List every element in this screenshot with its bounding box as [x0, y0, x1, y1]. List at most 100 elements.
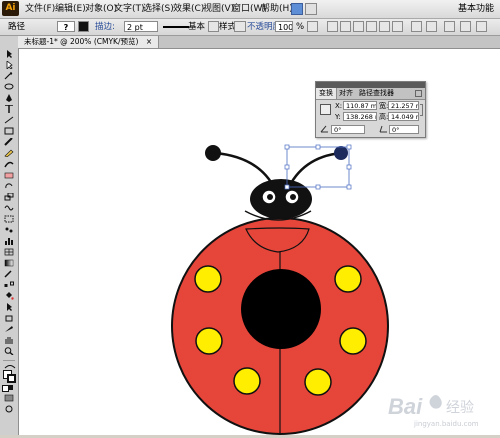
constrain-proportions-icon[interactable] [420, 104, 423, 116]
symbol-sprayer-tool-icon[interactable] [4, 226, 14, 234]
type-tool-icon[interactable] [4, 105, 14, 113]
menu-select[interactable]: 选择(S) [143, 2, 174, 16]
spot-middle-left[interactable] [195, 327, 223, 355]
spot-upper-right[interactable] [334, 265, 362, 293]
slice-tool-icon[interactable] [4, 325, 14, 333]
panel-menu-icon[interactable] [415, 90, 422, 97]
mesh-tool-icon[interactable] [4, 248, 14, 256]
isolate-icon[interactable] [444, 21, 455, 32]
free-transform-tool-icon[interactable] [4, 215, 14, 223]
height-field[interactable]: 14.049 mm [388, 112, 419, 121]
live-paint-bucket-tool-icon[interactable] [4, 292, 14, 300]
selection-tool-icon[interactable] [4, 50, 14, 58]
workspace-switcher[interactable]: 基本功能 [458, 2, 494, 16]
tab-pathfinder[interactable]: 路径查找器 [356, 88, 397, 99]
menu-effect[interactable]: 效果(C) [173, 2, 204, 16]
center-spot[interactable] [241, 269, 321, 349]
y-field[interactable]: 138.268 mm [343, 112, 377, 121]
fill-color-swatch[interactable]: ? [57, 21, 75, 32]
stroke-color-swatch[interactable] [78, 21, 89, 32]
stroke-swatch[interactable] [7, 374, 16, 383]
hand-tool-icon[interactable] [4, 336, 14, 344]
bbox-handle-tl[interactable] [284, 144, 290, 150]
align-center-icon[interactable] [340, 21, 351, 32]
spot-lower-left[interactable] [233, 367, 261, 395]
direct-selection-tool-icon[interactable] [4, 61, 14, 69]
bbox-handle-bc[interactable] [315, 184, 321, 190]
scale-tool-icon[interactable] [4, 193, 14, 201]
bbox-handle-br[interactable] [346, 184, 352, 190]
rotate-field[interactable]: 0° [331, 125, 365, 134]
brush-label[interactable]: 基本 [188, 20, 205, 34]
artboard-tool-icon[interactable] [4, 314, 14, 322]
recolor-icon[interactable] [460, 21, 471, 32]
menu-edit[interactable]: 编辑(E) [55, 2, 86, 16]
align-right-icon[interactable] [353, 21, 364, 32]
align-middle-icon[interactable] [379, 21, 390, 32]
swap-fill-stroke-icon[interactable] [4, 363, 16, 369]
tab-align[interactable]: 对齐 [336, 88, 356, 99]
spot-lower-right[interactable] [304, 368, 332, 396]
rotate-tool-icon[interactable] [4, 182, 14, 190]
blob-brush-tool-icon[interactable] [4, 160, 14, 168]
graphic-style-swatch[interactable] [234, 21, 246, 32]
artboard-canvas[interactable] [19, 49, 500, 435]
paintbrush-tool-icon[interactable] [4, 138, 14, 146]
panel-menu-icon[interactable] [476, 21, 487, 32]
screen-mode-icon[interactable] [4, 394, 14, 402]
zoom-tool-icon[interactable] [4, 347, 14, 355]
column-graph-tool-icon[interactable] [4, 237, 14, 245]
bbox-handle-tr[interactable] [346, 144, 352, 150]
brush-dropdown-icon[interactable] [208, 21, 219, 32]
reference-point-icon[interactable] [320, 104, 331, 115]
left-antenna-knob[interactable] [205, 145, 221, 161]
right-antenna-knob[interactable] [334, 146, 348, 160]
align-left-icon[interactable] [327, 21, 338, 32]
x-field[interactable]: 110.87 mm [343, 101, 377, 110]
gradient-tool-icon[interactable] [4, 259, 14, 267]
close-tab-icon[interactable]: × [146, 37, 152, 46]
menu-help[interactable]: 帮助(H) [261, 2, 293, 16]
menu-view[interactable]: 视图(V) [203, 2, 234, 16]
transform-icon[interactable] [426, 21, 437, 32]
app-logo: Ai [2, 1, 19, 16]
drawing-mode-icon[interactable] [4, 405, 14, 413]
document-tab[interactable]: 未标题-1* @ 200% (CMYK/预览) × [18, 36, 160, 48]
rectangle-tool-icon[interactable] [4, 127, 14, 135]
shear-field[interactable]: 0° [389, 125, 419, 134]
stroke-profile-preview[interactable] [163, 26, 189, 28]
width-field[interactable]: 21.257 mm [388, 101, 419, 110]
align-top-icon[interactable] [366, 21, 377, 32]
blend-tool-icon[interactable] [4, 281, 14, 289]
spot-upper-left[interactable] [194, 265, 222, 293]
bbox-handle-ml[interactable] [284, 164, 290, 170]
stroke-weight-field[interactable]: 2 pt [124, 21, 158, 32]
stroke-label[interactable]: 描边: [95, 20, 115, 34]
line-tool-icon[interactable] [4, 116, 14, 124]
menu-bar: Ai 文件(F) 编辑(E) 对象(O) 文字(T) 选择(S) 效果(C) 视… [0, 0, 500, 19]
menu-type[interactable]: 文字(T) [114, 2, 145, 16]
pencil-tool-icon[interactable] [4, 149, 14, 157]
menu-file[interactable]: 文件(F) [25, 2, 55, 16]
bridge-icon[interactable] [291, 3, 303, 15]
bbox-handle-tc[interactable] [315, 144, 321, 150]
opacity-field[interactable]: 100 [275, 21, 293, 32]
eyedropper-tool-icon[interactable] [4, 270, 14, 278]
magic-wand-tool-icon[interactable] [4, 72, 14, 80]
spot-middle-right[interactable] [339, 327, 367, 355]
ladybug-head[interactable] [250, 179, 312, 219]
eraser-tool-icon[interactable] [4, 171, 14, 179]
warp-tool-icon[interactable] [4, 204, 14, 212]
align-bottom-icon[interactable] [392, 21, 403, 32]
gradient-mode-icon[interactable] [8, 385, 13, 390]
document-setup-icon[interactable] [307, 21, 318, 32]
arrange-documents-icon[interactable] [305, 3, 317, 15]
distribute-icon[interactable] [411, 21, 422, 32]
live-paint-selection-tool-icon[interactable] [4, 303, 14, 311]
bbox-handle-bl[interactable] [284, 184, 290, 190]
pen-tool-icon[interactable] [4, 94, 14, 102]
bbox-handle-mr[interactable] [346, 164, 352, 170]
tab-transform[interactable]: 变换 [316, 88, 337, 99]
menu-object[interactable]: 对象(O) [85, 2, 117, 16]
lasso-tool-icon[interactable] [4, 83, 14, 91]
